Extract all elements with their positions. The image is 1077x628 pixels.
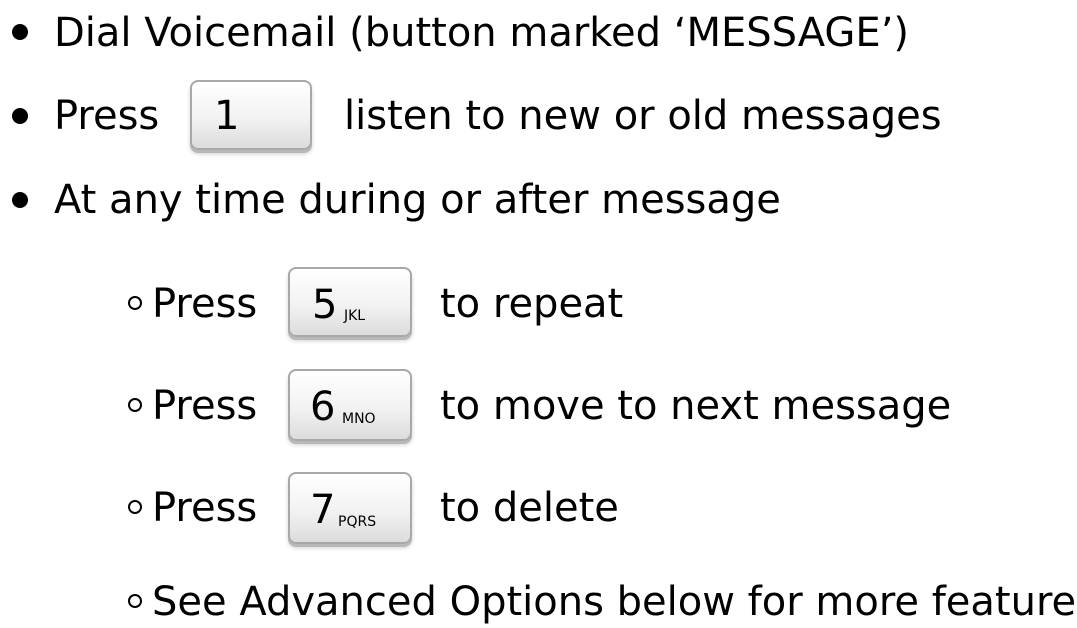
- subitem-delete: to delete: [440, 485, 619, 531]
- subitem-press-label: Press: [152, 383, 258, 429]
- item-press-label: Press: [54, 93, 160, 139]
- key-letters: PQRS: [338, 514, 377, 530]
- sub-bullet-circle: [128, 594, 142, 608]
- subitem-press-label: Press: [152, 281, 258, 327]
- subitem-press-label: Press: [152, 485, 258, 531]
- sub-bullet-circle: [128, 398, 142, 412]
- key-digit: 6: [310, 384, 336, 430]
- subitem-repeat: to repeat: [440, 281, 624, 327]
- key-1-button: 1: [190, 80, 312, 150]
- sub-bullet-circle: [128, 296, 142, 310]
- subitem-next-message: to move to next message: [440, 383, 952, 429]
- item-dial-voicemail: Dial Voicemail (button marked ‘MESSAGE’): [54, 10, 910, 56]
- sub-bullet-circle: [128, 500, 142, 514]
- key-digit: 1: [214, 93, 240, 139]
- bullet-dot: [12, 24, 28, 40]
- key-5-jkl-button: 5 JKL: [288, 267, 412, 337]
- key-letters: MNO: [342, 411, 376, 427]
- subitem-advanced-options: See Advanced Options below for more feat…: [152, 579, 1077, 625]
- key-digit: 5: [312, 282, 338, 328]
- bullet-dot: [12, 108, 28, 124]
- key-7-pqrs-button: 7 PQRS: [288, 472, 412, 544]
- key-6-mno-button: 6 MNO: [288, 369, 412, 441]
- key-letters: JKL: [344, 308, 366, 324]
- item-any-time: At any time during or after message: [54, 177, 781, 223]
- bullet-dot: [12, 192, 28, 208]
- item-listen-messages: listen to new or old messages: [344, 93, 942, 139]
- key-digit: 7: [310, 487, 336, 533]
